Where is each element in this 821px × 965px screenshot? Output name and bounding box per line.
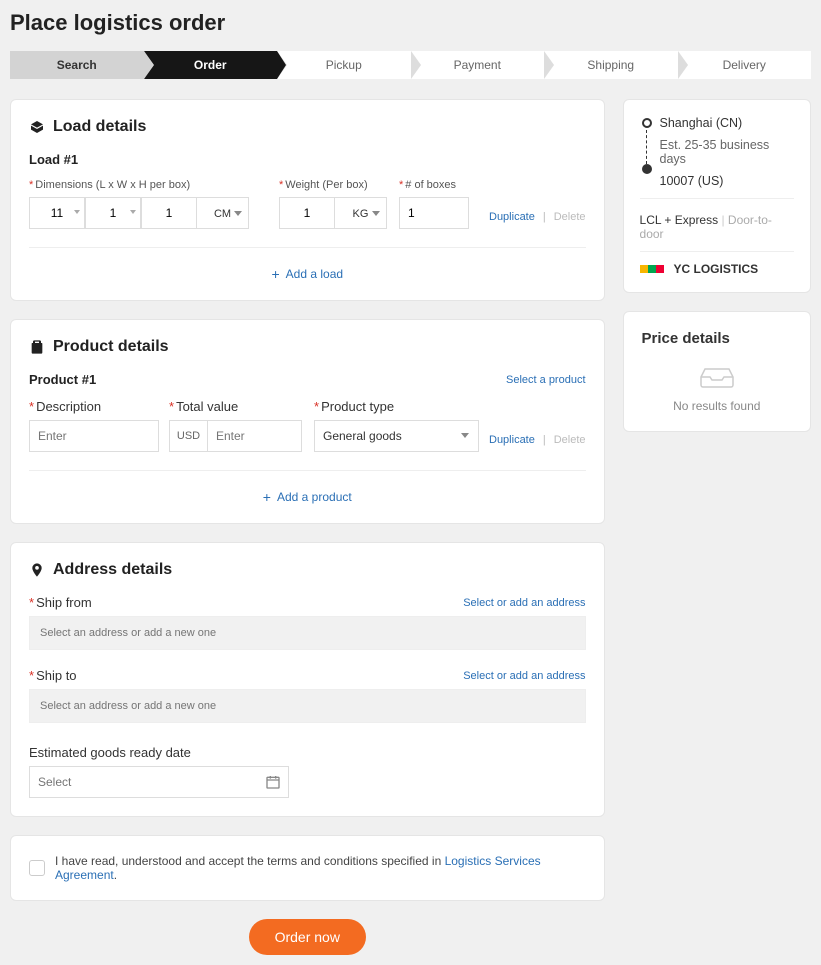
- dimensions-label: *Dimensions (L x W x H per box): [29, 179, 269, 191]
- length-input[interactable]: [29, 197, 85, 229]
- product-delete-link[interactable]: Delete: [554, 434, 586, 446]
- step-order[interactable]: Order: [144, 51, 278, 79]
- description-label: *Description: [29, 399, 159, 414]
- ready-date-input[interactable]: [29, 766, 289, 798]
- calendar-icon: [265, 774, 281, 790]
- agree-checkbox[interactable]: [29, 860, 45, 876]
- origin-dot-icon: [642, 118, 652, 128]
- plus-icon: +: [263, 489, 271, 505]
- height-input[interactable]: [141, 197, 197, 229]
- address-card: Address details *Ship from Select or add…: [10, 542, 605, 817]
- price-card: Price details No results found: [623, 311, 811, 432]
- weight-input[interactable]: [279, 197, 335, 229]
- boxes-input[interactable]: [399, 197, 469, 229]
- price-heading: Price details: [642, 330, 792, 347]
- clipboard-icon: [29, 339, 45, 355]
- currency-label: USD: [169, 420, 207, 452]
- ready-date-label: Estimated goods ready date: [29, 745, 586, 760]
- ship-to-add-link[interactable]: Select or add an address: [463, 670, 585, 682]
- step-shipping[interactable]: Shipping: [544, 51, 678, 79]
- add-load-button[interactable]: + Add a load: [29, 266, 586, 282]
- summary-card: Shanghai (CN) Est. 25-35 business days 1…: [623, 99, 811, 293]
- route-eta: Est. 25-35 business days: [660, 138, 794, 166]
- address-heading: Address details: [53, 561, 172, 579]
- select-product-link[interactable]: Select a product: [506, 374, 586, 386]
- inbox-icon: [699, 365, 735, 389]
- weight-label: *Weight (Per box): [279, 179, 389, 191]
- description-input[interactable]: [29, 420, 159, 452]
- load-card: Load details Load #1 *Dimensions (L x W …: [10, 99, 605, 301]
- product-duplicate-link[interactable]: Duplicate: [489, 434, 535, 446]
- order-now-button[interactable]: Order now: [249, 919, 366, 955]
- weight-unit-select[interactable]: KG: [335, 197, 387, 229]
- step-search[interactable]: Search: [10, 51, 144, 79]
- pin-icon: [29, 562, 45, 578]
- load-subhead: Load #1: [29, 152, 586, 167]
- total-value-input[interactable]: [207, 420, 302, 452]
- page-title: Place logistics order: [10, 10, 811, 36]
- width-input[interactable]: [85, 197, 141, 229]
- product-heading: Product details: [53, 338, 169, 356]
- load-heading: Load details: [53, 118, 146, 136]
- carrier-name: YC LOGISTICS: [674, 262, 759, 276]
- product-type-select[interactable]: General goods: [314, 420, 479, 452]
- agreement-card: I have read, understood and accept the t…: [10, 835, 605, 901]
- dim-unit-select[interactable]: CM: [197, 197, 249, 229]
- box-icon: [29, 119, 45, 135]
- product-card: Product details Product #1 Select a prod…: [10, 319, 605, 524]
- load-delete-link[interactable]: Delete: [554, 211, 586, 223]
- dest-dot-icon: [642, 164, 652, 174]
- price-empty-text: No results found: [642, 399, 792, 413]
- step-delivery[interactable]: Delivery: [678, 51, 812, 79]
- boxes-label: *# of boxes: [399, 179, 479, 191]
- stepper: Search Order Pickup Payment Shipping Del…: [10, 51, 811, 79]
- total-value-label: *Total value: [169, 399, 304, 414]
- ship-to-label: *Ship to: [29, 668, 77, 683]
- add-product-button[interactable]: + Add a product: [29, 489, 586, 505]
- step-pickup[interactable]: Pickup: [277, 51, 411, 79]
- carrier-row: YC LOGISTICS: [640, 262, 794, 276]
- agree-text: I have read, understood and accept the t…: [55, 854, 586, 882]
- plus-icon: +: [271, 266, 279, 282]
- product-type-label: *Product type: [314, 399, 479, 414]
- ship-from-input[interactable]: [29, 616, 586, 650]
- step-payment[interactable]: Payment: [411, 51, 545, 79]
- service-info: LCL + Express | Door-to-door: [640, 213, 794, 241]
- ship-from-label: *Ship from: [29, 595, 92, 610]
- product-subhead: Product #1: [29, 372, 96, 387]
- route-from: Shanghai (CN): [660, 116, 794, 130]
- load-duplicate-link[interactable]: Duplicate: [489, 211, 535, 223]
- route-to: 10007 (US): [660, 174, 794, 188]
- carrier-logo-icon: [640, 265, 664, 273]
- ship-from-add-link[interactable]: Select or add an address: [463, 597, 585, 609]
- ship-to-input[interactable]: [29, 689, 586, 723]
